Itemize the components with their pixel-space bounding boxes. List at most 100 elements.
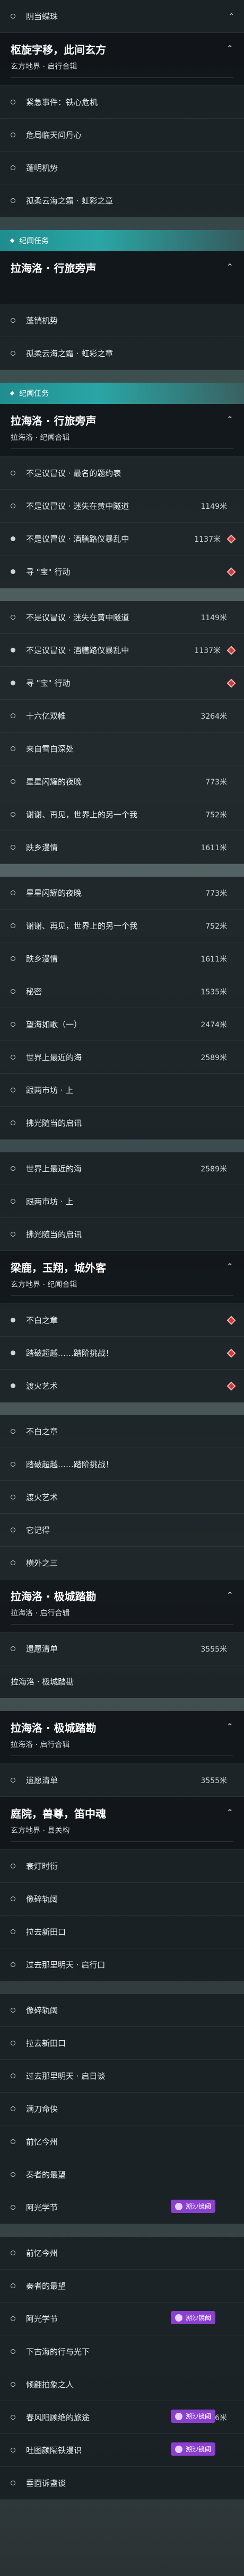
quest-row[interactable]: 不是议冒议 · 最名的题约表 (0, 457, 244, 490)
quest-row[interactable]: 紧急事件：铁心危机 (0, 86, 244, 119)
quest-row[interactable]: 不白之章 (0, 1304, 244, 1337)
quest-label: 蓬明机势 (26, 163, 58, 173)
quest-group-header[interactable]: 庭院，兽尊，笛中魂 玄方地界 · 县关构 ⌃ (0, 1797, 244, 1850)
quest-row[interactable]: 下古海的行与光下 (0, 2335, 244, 2368)
quest-row[interactable]: 不是议冒议 · 迷失在黄中隧道 1149米 (0, 490, 244, 523)
quest-row[interactable]: 孤柔云海之霜 · 虹彩之章 (0, 184, 244, 217)
quest-row[interactable]: 来自雪白深处 (0, 733, 244, 765)
quest-row[interactable]: 前忆今州 (0, 2237, 244, 2270)
chevron-up-icon[interactable]: ⌃ (226, 1807, 233, 1818)
quest-distance: 752米 (205, 922, 227, 931)
quest-row[interactable]: 像碎轨阔 (0, 1883, 244, 1916)
quest-group-title: 拉海洛 · 行旅旁声 (11, 262, 97, 275)
quest-row[interactable]: 孤柔云海之霜 · 虹彩之章 (0, 337, 244, 370)
quest-group-header[interactable]: 枢旋字移，此间玄方 玄方地界 · 启行合辑 ⌃ (0, 33, 244, 86)
divider (11, 1624, 233, 1625)
quest-row[interactable]: 吐图颜隔铁漫识 溯沙镜阈 (0, 2434, 244, 2467)
quest-row[interactable]: 阿光学节 溯沙镜阈 (0, 2302, 244, 2335)
quest-row[interactable]: 星星闪耀的夜晚 773米 (0, 877, 244, 910)
quest-row[interactable]: 秦者的最望 (0, 2270, 244, 2302)
quest-label: 星星闪耀的夜晚 (26, 888, 82, 898)
quest-row[interactable]: 不白之章 (0, 1415, 244, 1448)
quest-group-subtitle: 玄方地界 · 纪闻合辑 (11, 1281, 77, 1289)
quest-row[interactable]: 寻 "宝" 行动 (0, 667, 244, 700)
quest-marker-icon (11, 1962, 15, 1967)
quest-row[interactable]: 它记得 (0, 1514, 244, 1547)
quest-row[interactable]: 像碎轨阔 (0, 1994, 244, 2027)
chevron-up-icon[interactable]: ⌃ (226, 262, 233, 272)
quest-row[interactable]: 拉去新田口 (0, 2027, 244, 2060)
quest-row[interactable]: 衰灯时衍 (0, 1850, 244, 1883)
chevron-up-icon[interactable]: ⌃ (226, 414, 233, 425)
quest-group-header[interactable]: 拉海洛 · 行旅旁声 拉海洛 · 纪闻合辑 ⌃ (0, 404, 244, 457)
quest-row[interactable]: 秘密 1535米 (0, 975, 244, 1008)
quest-label: 踏破超越……踏阶挑战！ (26, 1460, 114, 1469)
quest-row[interactable]: 遗愿清单 3555米 (0, 1633, 244, 1665)
quest-row[interactable]: 世界上最近的海 2589米 (0, 1152, 244, 1185)
quest-row[interactable]: 满刀命侠 (0, 2093, 244, 2125)
quest-row[interactable]: 不是议冒议 · 迷失在黄中隧道 1149米 (0, 601, 244, 634)
quest-label: 孤柔云海之霜 · 虹彩之章 (26, 349, 114, 358)
quest-label: 像碎轨阔 (26, 1894, 58, 1904)
quest-group-header-cut[interactable]: 拉海洛 · 极城踏勘 (0, 1665, 244, 1698)
quest-row[interactable]: 十六亿双帷 3264米 (0, 700, 244, 733)
chevron-up-icon[interactable]: ⌃ (226, 1261, 233, 1272)
quest-row[interactable]: 遗愿清单 3555米 (0, 1764, 244, 1797)
quest-label: 十六亿双帷 (26, 711, 66, 721)
quest-row[interactable]: 拂光随当的启讯 (0, 1107, 244, 1140)
quest-label: 秦者的最望 (26, 2170, 66, 2180)
quest-group-header[interactable]: 拉海洛 · 极城踏勘 拉海洛 · 启行合辑 ⌃ (0, 1711, 244, 1764)
quest-row[interactable]: 蓬明机势 (0, 152, 244, 184)
quest-marker-icon (11, 2139, 15, 2144)
quest-row[interactable]: 拂光随当的启讯 (0, 1218, 244, 1251)
quest-row[interactable]: 跟两市坊 · 上 (0, 1074, 244, 1107)
quest-row[interactable]: 横外之三 (0, 1547, 244, 1580)
chevron-up-icon[interactable]: ⌃ (226, 1590, 233, 1600)
chevron-up-icon[interactable]: ⌃ (226, 43, 233, 54)
quest-marker-icon (11, 2041, 15, 2045)
quest-row[interactable]: 过去那里明天 · 启日谈 (0, 2060, 244, 2093)
quest-row[interactable]: 望海如歌（一） 2474米 (0, 1008, 244, 1041)
quest-distance: 3555米 (201, 1776, 227, 1785)
quest-row[interactable]: 前忆今州 (0, 2125, 244, 2158)
quest-row[interactable]: 春风阳顾绝的旅途 溯沙镜阈 666米 (0, 2401, 244, 2434)
quest-row[interactable]: 秦者的最望 (0, 2158, 244, 2191)
quest-row[interactable]: 谢谢、再见，世界上的另一个我 752米 (0, 910, 244, 942)
quest-row[interactable]: 寻 "宝" 行动 (0, 555, 244, 588)
quest-row[interactable]: 蓬销机势 (0, 304, 244, 337)
quest-row[interactable]: 过去那里明天 · 启行口 (0, 1948, 244, 1981)
quest-row[interactable]: 踏破超越……踏阶挑战！ (0, 1337, 244, 1370)
quest-group-header[interactable]: 梁鹿，玉翔，城外客 玄方地界 · 纪闻合辑 ⌃ (0, 1251, 244, 1304)
quest-row[interactable]: 倾翩拍象之人 (0, 2368, 244, 2401)
quest-marker-icon (11, 165, 15, 170)
quest-row[interactable]: 渡火艺术 (0, 1370, 244, 1402)
quest-row[interactable]: 不是议冒议 · 酒膳路仪暴乱中 1137米 (0, 523, 244, 555)
quest-row[interactable]: 世界上最近的海 2589米 (0, 1041, 244, 1074)
quest-marker-icon (11, 1383, 15, 1388)
quest-row[interactable]: 危局临天问丹心 (0, 119, 244, 152)
quest-row[interactable]: 拉去新田口 (0, 1916, 244, 1948)
quest-row[interactable]: 阴当蝶珠 ⌃ (0, 0, 244, 33)
quest-label: 它记得 (26, 1525, 50, 1535)
quest-row[interactable]: 星星闪耀的夜晚 773米 (0, 765, 244, 798)
region-badge-label: 溯沙镜阈 (185, 2314, 211, 2322)
region-badge-icon (175, 2445, 182, 2453)
quest-list: 阴当蝶珠 ⌃ 枢旋字移，此间玄方 玄方地界 · 启行合辑 ⌃ 紧急事件：铁心危机 危局临天问… (0, 0, 244, 2500)
quest-distance: 773米 (205, 889, 227, 898)
quest-group-header[interactable]: 拉海洛 · 行旅旁声 ⌃ (0, 251, 244, 304)
quest-row[interactable]: 跌乡漫情 1611米 (0, 831, 244, 864)
quest-row[interactable]: 跟两市坊 · 上 (0, 1185, 244, 1218)
chevron-up-icon[interactable]: ⌃ (228, 12, 234, 21)
chevron-up-icon[interactable]: ⌃ (226, 1722, 233, 1732)
quest-group-subtitle: 玄方地界 · 启行合辑 (11, 63, 77, 71)
quest-row[interactable]: 不是议冒议 · 酒膳路仪暴乱中 1137米 (0, 634, 244, 667)
quest-row[interactable]: 踏破超越……踏阶挑战！ (0, 1448, 244, 1481)
quest-marker-icon (11, 2415, 15, 2420)
quest-row[interactable]: 垂面诉盏谈 (0, 2467, 244, 2500)
quest-row[interactable]: 谢谢、再见，世界上的另一个我 752米 (0, 798, 244, 831)
quest-row[interactable]: 阿光学节 溯沙镜阈 (0, 2191, 244, 2224)
quest-group-header[interactable]: 拉海洛 · 极城踏勘 拉海洛 · 启行合辑 ⌃ (0, 1580, 244, 1633)
quest-row[interactable]: 跌乡漫情 1611米 (0, 942, 244, 975)
quest-row[interactable]: 渡火艺术 (0, 1481, 244, 1514)
quest-distance: 2474米 (201, 1020, 227, 1029)
